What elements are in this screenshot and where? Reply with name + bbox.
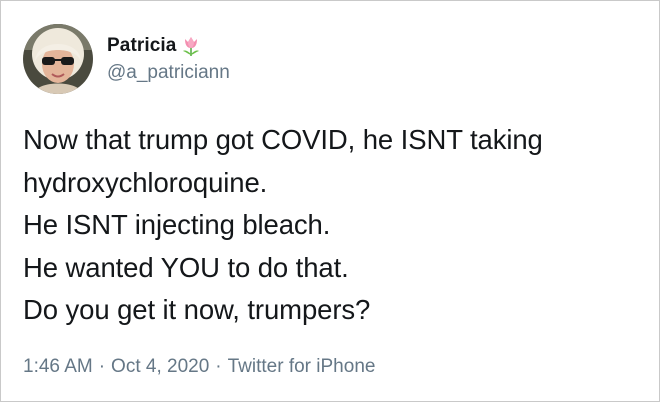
tweet-date[interactable]: Oct 4, 2020 — [111, 356, 209, 377]
tweet-card: Patricia @a_patriciann Now that trump go… — [0, 0, 660, 402]
user-info: Patricia @a_patriciann — [107, 34, 230, 84]
avatar-photo-icon — [23, 24, 93, 94]
tweet-time[interactable]: 1:46 AM — [23, 356, 93, 377]
tweet-text-line: Now that trump got COVID, he ISNT taking — [23, 124, 543, 155]
tweet-text: Now that trump got COVID, he ISNT taking… — [23, 119, 643, 332]
avatar[interactable] — [23, 24, 93, 94]
tweet-meta: 1:46 AM · Oct 4, 2020 · Twitter for iPhone — [23, 356, 375, 378]
tweet-text-line: He ISNT injecting bleach. — [23, 209, 331, 240]
tulip-icon — [180, 35, 202, 57]
user-handle[interactable]: @a_patriciann — [107, 62, 230, 84]
meta-separator: · — [98, 356, 106, 377]
tweet-source[interactable]: Twitter for iPhone — [228, 356, 376, 377]
name-row: Patricia — [107, 34, 230, 58]
display-name[interactable]: Patricia — [107, 35, 176, 57]
tweet-text-line: He wanted YOU to do that. — [23, 251, 349, 283]
meta-separator: · — [215, 356, 222, 377]
tweet-header: Patricia @a_patriciann — [23, 23, 230, 95]
tweet-text-line: Do you get it now, trumpers? — [23, 294, 371, 325]
tweet-text-line: hydroxychloroquine. — [23, 166, 268, 198]
